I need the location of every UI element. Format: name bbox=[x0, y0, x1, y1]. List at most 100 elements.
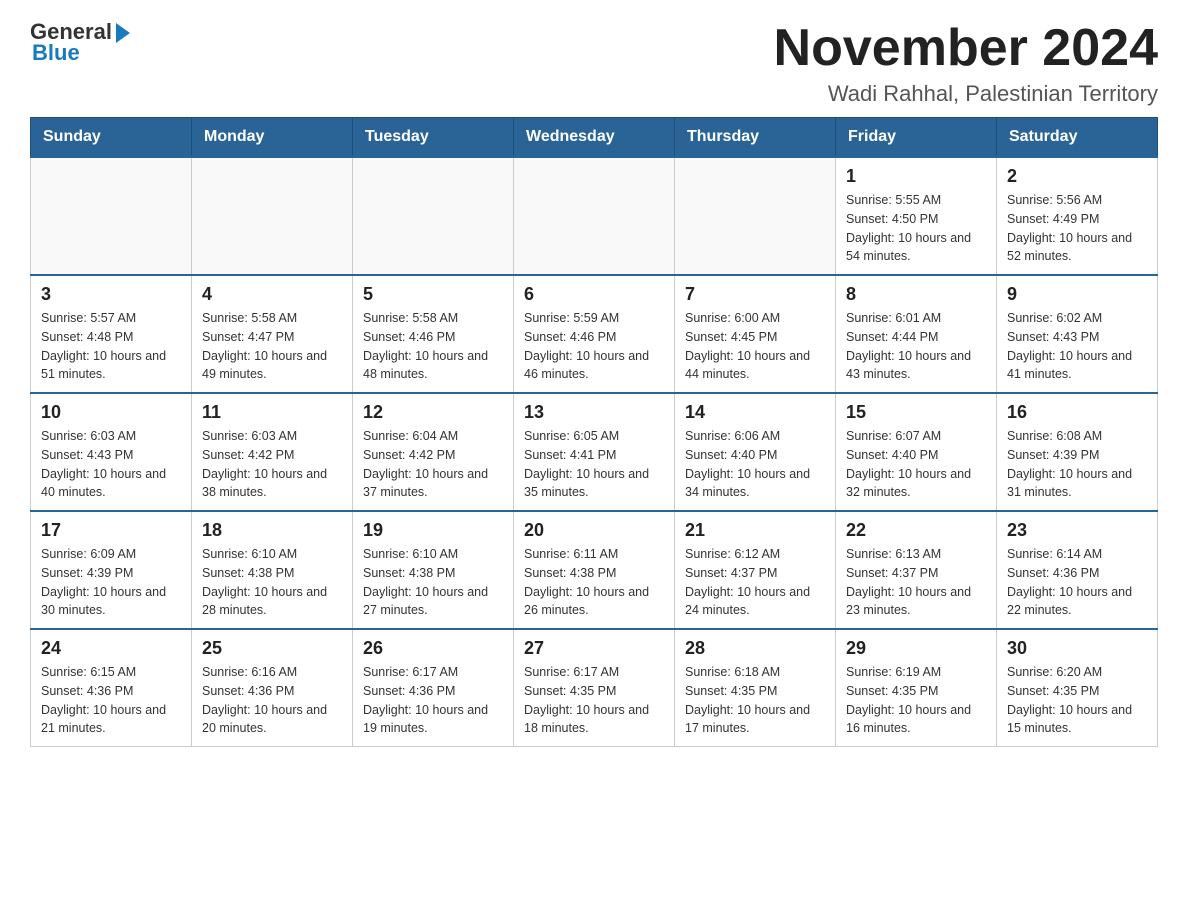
day-info: Sunrise: 6:10 AMSunset: 4:38 PMDaylight:… bbox=[202, 545, 342, 620]
month-title: November 2024 bbox=[774, 20, 1158, 77]
day-number: 28 bbox=[685, 638, 825, 659]
day-number: 22 bbox=[846, 520, 986, 541]
calendar-cell: 3 Sunrise: 5:57 AMSunset: 4:48 PMDaylight… bbox=[31, 275, 192, 393]
day-info: Sunrise: 6:00 AMSunset: 4:45 PMDaylight:… bbox=[685, 309, 825, 384]
day-info: Sunrise: 6:06 AMSunset: 4:40 PMDaylight:… bbox=[685, 427, 825, 502]
day-info: Sunrise: 6:05 AMSunset: 4:41 PMDaylight:… bbox=[524, 427, 664, 502]
calendar-cell: 11 Sunrise: 6:03 AMSunset: 4:42 PMDayligh… bbox=[192, 393, 353, 511]
location-subtitle: Wadi Rahhal, Palestinian Territory bbox=[774, 81, 1158, 107]
day-number: 1 bbox=[846, 166, 986, 187]
logo-triangle-icon bbox=[116, 23, 130, 43]
calendar-header-wednesday: Wednesday bbox=[514, 118, 675, 158]
day-info: Sunrise: 6:17 AMSunset: 4:36 PMDaylight:… bbox=[363, 663, 503, 738]
day-number: 27 bbox=[524, 638, 664, 659]
day-number: 29 bbox=[846, 638, 986, 659]
calendar-header-tuesday: Tuesday bbox=[353, 118, 514, 158]
day-number: 4 bbox=[202, 284, 342, 305]
calendar-cell: 2Sunrise: 5:56 AMSunset: 4:49 PMDaylight… bbox=[997, 157, 1158, 275]
calendar-cell: 28 Sunrise: 6:18 AMSunset: 4:35 PMDayligh… bbox=[675, 629, 836, 747]
calendar-cell: 4 Sunrise: 5:58 AMSunset: 4:47 PMDaylight… bbox=[192, 275, 353, 393]
logo-blue-text: Blue bbox=[32, 40, 80, 66]
day-number: 9 bbox=[1007, 284, 1147, 305]
calendar-cell: 18Sunrise: 6:10 AMSunset: 4:38 PMDayligh… bbox=[192, 511, 353, 629]
calendar-cell: 19Sunrise: 6:10 AMSunset: 4:38 PMDayligh… bbox=[353, 511, 514, 629]
day-number: 21 bbox=[685, 520, 825, 541]
day-number: 6 bbox=[524, 284, 664, 305]
day-number: 13 bbox=[524, 402, 664, 423]
calendar-week-row: 3 Sunrise: 5:57 AMSunset: 4:48 PMDaylight… bbox=[31, 275, 1158, 393]
calendar-week-row: 24 Sunrise: 6:15 AMSunset: 4:36 PMDayligh… bbox=[31, 629, 1158, 747]
day-info: Sunrise: 5:58 AMSunset: 4:46 PMDaylight:… bbox=[363, 309, 503, 384]
calendar-header-thursday: Thursday bbox=[675, 118, 836, 158]
day-info: Sunrise: 6:07 AMSunset: 4:40 PMDaylight:… bbox=[846, 427, 986, 502]
calendar-cell: 9 Sunrise: 6:02 AMSunset: 4:43 PMDaylight… bbox=[997, 275, 1158, 393]
calendar-cell: 22 Sunrise: 6:13 AMSunset: 4:37 PMDayligh… bbox=[836, 511, 997, 629]
day-info: Sunrise: 6:03 AMSunset: 4:43 PMDaylight:… bbox=[41, 427, 181, 502]
calendar-header-friday: Friday bbox=[836, 118, 997, 158]
day-number: 5 bbox=[363, 284, 503, 305]
calendar-header-sunday: Sunday bbox=[31, 118, 192, 158]
calendar-cell: 13 Sunrise: 6:05 AMSunset: 4:41 PMDayligh… bbox=[514, 393, 675, 511]
calendar-header-saturday: Saturday bbox=[997, 118, 1158, 158]
calendar-cell: 25Sunrise: 6:16 AMSunset: 4:36 PMDayligh… bbox=[192, 629, 353, 747]
calendar-cell bbox=[192, 157, 353, 275]
day-number: 15 bbox=[846, 402, 986, 423]
day-number: 20 bbox=[524, 520, 664, 541]
calendar-cell: 23 Sunrise: 6:14 AMSunset: 4:36 PMDayligh… bbox=[997, 511, 1158, 629]
day-number: 7 bbox=[685, 284, 825, 305]
day-info: Sunrise: 5:57 AMSunset: 4:48 PMDaylight:… bbox=[41, 309, 181, 384]
day-number: 8 bbox=[846, 284, 986, 305]
calendar-week-row: 10 Sunrise: 6:03 AMSunset: 4:43 PMDayligh… bbox=[31, 393, 1158, 511]
day-info: Sunrise: 6:13 AMSunset: 4:37 PMDaylight:… bbox=[846, 545, 986, 620]
day-number: 30 bbox=[1007, 638, 1147, 659]
calendar-cell bbox=[353, 157, 514, 275]
calendar-cell: 14 Sunrise: 6:06 AMSunset: 4:40 PMDayligh… bbox=[675, 393, 836, 511]
day-number: 10 bbox=[41, 402, 181, 423]
day-number: 26 bbox=[363, 638, 503, 659]
calendar-cell: 20 Sunrise: 6:11 AMSunset: 4:38 PMDayligh… bbox=[514, 511, 675, 629]
page-header: General Blue November 2024 Wadi Rahhal, … bbox=[30, 20, 1158, 107]
day-info: Sunrise: 6:14 AMSunset: 4:36 PMDaylight:… bbox=[1007, 545, 1147, 620]
day-info: Sunrise: 6:18 AMSunset: 4:35 PMDaylight:… bbox=[685, 663, 825, 738]
day-number: 19 bbox=[363, 520, 503, 541]
day-number: 17 bbox=[41, 520, 181, 541]
day-info: Sunrise: 5:58 AMSunset: 4:47 PMDaylight:… bbox=[202, 309, 342, 384]
day-number: 14 bbox=[685, 402, 825, 423]
calendar-table: SundayMondayTuesdayWednesdayThursdayFrid… bbox=[30, 117, 1158, 747]
day-info: Sunrise: 6:11 AMSunset: 4:38 PMDaylight:… bbox=[524, 545, 664, 620]
calendar-week-row: 1 Sunrise: 5:55 AMSunset: 4:50 PMDaylight… bbox=[31, 157, 1158, 275]
day-number: 25 bbox=[202, 638, 342, 659]
day-number: 3 bbox=[41, 284, 181, 305]
calendar-cell: 27Sunrise: 6:17 AMSunset: 4:35 PMDayligh… bbox=[514, 629, 675, 747]
calendar-cell bbox=[514, 157, 675, 275]
calendar-cell: 10 Sunrise: 6:03 AMSunset: 4:43 PMDayligh… bbox=[31, 393, 192, 511]
day-info: Sunrise: 6:20 AMSunset: 4:35 PMDaylight:… bbox=[1007, 663, 1147, 738]
day-info: Sunrise: 6:12 AMSunset: 4:37 PMDaylight:… bbox=[685, 545, 825, 620]
day-number: 2 bbox=[1007, 166, 1147, 187]
day-info: Sunrise: 5:59 AMSunset: 4:46 PMDaylight:… bbox=[524, 309, 664, 384]
calendar-cell: 5 Sunrise: 5:58 AMSunset: 4:46 PMDaylight… bbox=[353, 275, 514, 393]
calendar-cell: 30 Sunrise: 6:20 AMSunset: 4:35 PMDayligh… bbox=[997, 629, 1158, 747]
day-info: Sunrise: 6:19 AMSunset: 4:35 PMDaylight:… bbox=[846, 663, 986, 738]
day-info: Sunrise: 6:15 AMSunset: 4:36 PMDaylight:… bbox=[41, 663, 181, 738]
day-number: 11 bbox=[202, 402, 342, 423]
calendar-cell: 24 Sunrise: 6:15 AMSunset: 4:36 PMDayligh… bbox=[31, 629, 192, 747]
calendar-cell: 15 Sunrise: 6:07 AMSunset: 4:40 PMDayligh… bbox=[836, 393, 997, 511]
calendar-header-monday: Monday bbox=[192, 118, 353, 158]
calendar-cell: 1 Sunrise: 5:55 AMSunset: 4:50 PMDaylight… bbox=[836, 157, 997, 275]
day-info: Sunrise: 5:55 AMSunset: 4:50 PMDaylight:… bbox=[846, 191, 986, 266]
calendar-cell bbox=[675, 157, 836, 275]
calendar-cell: 12Sunrise: 6:04 AMSunset: 4:42 PMDayligh… bbox=[353, 393, 514, 511]
calendar-week-row: 17 Sunrise: 6:09 AMSunset: 4:39 PMDayligh… bbox=[31, 511, 1158, 629]
day-info: Sunrise: 6:09 AMSunset: 4:39 PMDaylight:… bbox=[41, 545, 181, 620]
calendar-cell: 29 Sunrise: 6:19 AMSunset: 4:35 PMDayligh… bbox=[836, 629, 997, 747]
calendar-header-row: SundayMondayTuesdayWednesdayThursdayFrid… bbox=[31, 118, 1158, 158]
day-info: Sunrise: 6:03 AMSunset: 4:42 PMDaylight:… bbox=[202, 427, 342, 502]
logo: General Blue bbox=[30, 20, 130, 66]
day-number: 23 bbox=[1007, 520, 1147, 541]
day-info: Sunrise: 6:02 AMSunset: 4:43 PMDaylight:… bbox=[1007, 309, 1147, 384]
calendar-cell: 6 Sunrise: 5:59 AMSunset: 4:46 PMDaylight… bbox=[514, 275, 675, 393]
day-number: 24 bbox=[41, 638, 181, 659]
calendar-cell: 17 Sunrise: 6:09 AMSunset: 4:39 PMDayligh… bbox=[31, 511, 192, 629]
day-info: Sunrise: 6:08 AMSunset: 4:39 PMDaylight:… bbox=[1007, 427, 1147, 502]
